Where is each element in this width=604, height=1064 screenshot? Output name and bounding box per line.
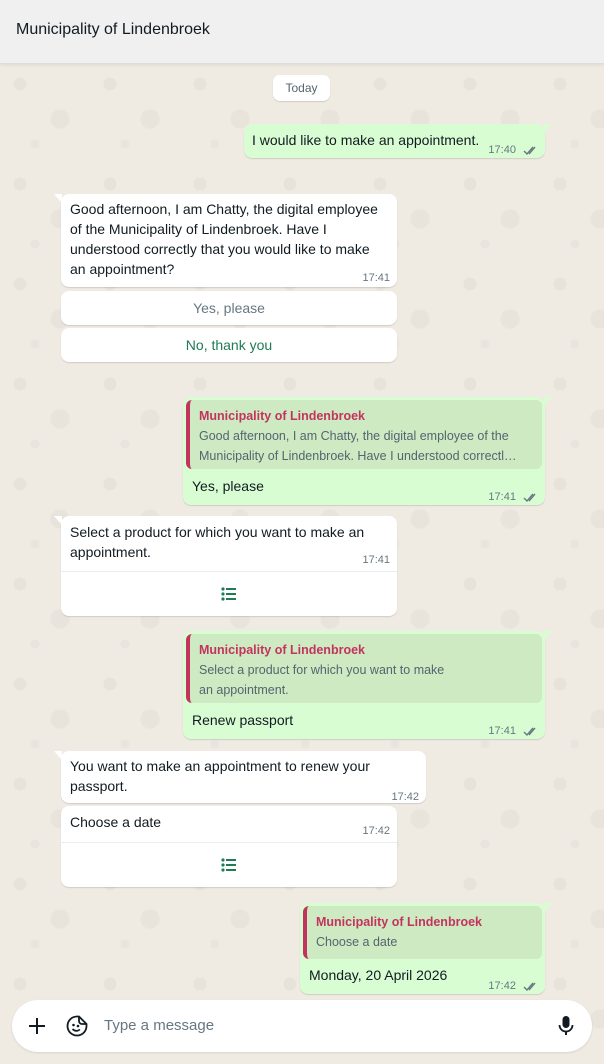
double-check-icon (523, 727, 536, 736)
message-time: 17:41 (362, 272, 390, 284)
chat-header: Municipality of Lindenbroek (0, 0, 604, 64)
message-incoming: Good afternoon, I am Chatty, the digital… (54, 194, 397, 287)
date-chip: Today (273, 75, 330, 101)
message-text: Choose a date (70, 814, 162, 830)
message-incoming-list: Select a product for which you want to m… (54, 516, 397, 616)
quoted-text: Select a product for which you want to m… (199, 663, 445, 697)
quoted-sender: Municipality of Lindenbroek (199, 643, 365, 657)
list-open-button[interactable] (61, 571, 397, 616)
message-text: Good afternoon, I am Chatty, the digital… (70, 201, 378, 277)
message-outgoing: I would like to make an appointment. 17:… (244, 124, 552, 160)
message-time: 17:42 (488, 980, 516, 992)
quick-reply-yes-button[interactable]: Yes, please (61, 291, 397, 325)
message-timestamp: 17:41 (488, 721, 539, 741)
list-open-button[interactable] (61, 842, 397, 887)
message-text: Monday, 20 April 2026 (309, 967, 448, 983)
quoted-message[interactable]: Municipality of Lindenbroek Select a pro… (186, 634, 542, 703)
message-incoming: You want to make an appointment to renew… (54, 751, 426, 803)
double-check-icon (523, 493, 536, 502)
quick-reply-no-button[interactable]: No, thank you (61, 328, 397, 362)
message-text: I would like to make an appointment. (252, 132, 480, 148)
message-incoming-list: Choose a date 17:42 (61, 806, 397, 887)
message-time: 17:40 (488, 144, 516, 156)
attach-button[interactable] (25, 1014, 49, 1038)
message-timestamp: 17:40 (488, 140, 539, 160)
message-time: 17:41 (362, 554, 390, 566)
quoted-sender: Municipality of Lindenbroek (199, 409, 365, 423)
message-text: Yes, please (192, 478, 264, 494)
message-input[interactable]: Type a message (104, 1017, 214, 1034)
message-time: 17:42 (391, 791, 419, 803)
voice-record-button[interactable] (554, 1014, 578, 1038)
message-timestamp: 17:42 (488, 976, 539, 996)
double-check-icon (523, 146, 536, 155)
message-outgoing-reply: Municipality of Lindenbroek Choose a dat… (300, 903, 552, 996)
quoted-sender: Municipality of Lindenbroek (316, 915, 482, 929)
message-text: Renew passport (192, 712, 294, 728)
list-icon (221, 587, 236, 601)
quoted-message[interactable]: Municipality of Lindenbroek Good afterno… (186, 400, 542, 469)
message-outgoing-reply: Municipality of Lindenbroek Select a pro… (183, 631, 552, 741)
chat-title: Municipality of Lindenbroek (16, 21, 210, 38)
message-time: 17:41 (488, 725, 516, 737)
sticker-icon (66, 1015, 88, 1037)
message-outgoing-reply: Municipality of Lindenbroek Good afterno… (183, 397, 552, 507)
message-text: Select a product for which you want to m… (70, 524, 365, 560)
plus-icon (29, 1018, 45, 1034)
microphone-icon (558, 1016, 574, 1035)
quoted-message[interactable]: Municipality of Lindenbroek Choose a dat… (303, 906, 542, 959)
message-timestamp: 17:41 (488, 487, 539, 507)
message-text: You want to make an appointment to renew… (70, 758, 370, 794)
list-icon (221, 858, 236, 872)
message-composer: Type a message (12, 1000, 592, 1052)
message-time: 17:41 (488, 491, 516, 503)
double-check-icon (523, 982, 536, 991)
quoted-text: Choose a date (316, 935, 398, 949)
quoted-text: Good afternoon, I am Chatty, the digital… (199, 429, 517, 463)
message-time: 17:42 (362, 825, 390, 837)
sticker-button[interactable] (64, 1013, 90, 1039)
